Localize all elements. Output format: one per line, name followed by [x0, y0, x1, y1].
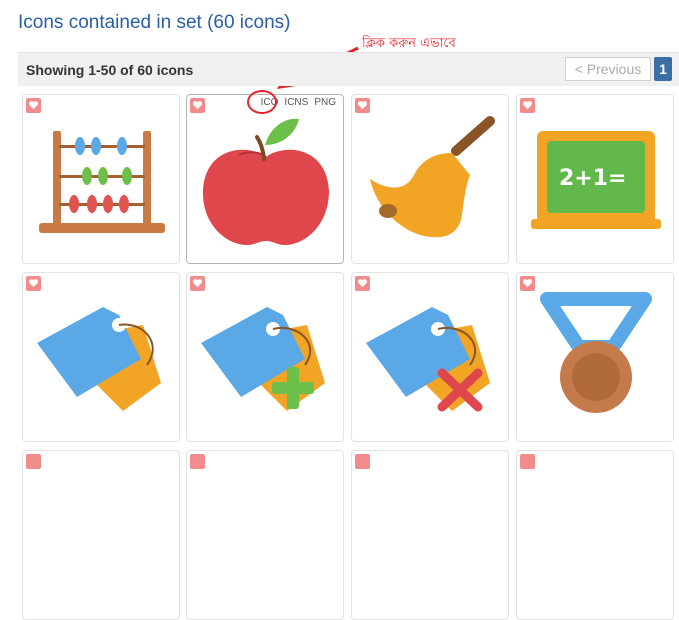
icon-card-row3-3[interactable]	[351, 450, 509, 620]
icon-card-row3-4[interactable]	[516, 450, 674, 620]
previous-button[interactable]: < Previous	[565, 57, 651, 81]
page-1-button[interactable]: 1	[654, 57, 672, 81]
medal-icon	[540, 292, 652, 413]
icon-card-abacus[interactable]	[22, 94, 180, 264]
favorite-icon[interactable]	[520, 454, 535, 469]
chalkboard-icon: 2+1=	[531, 131, 661, 229]
apple-icon	[202, 118, 329, 245]
tags-remove-icon	[366, 307, 490, 412]
abacus-icon	[39, 131, 165, 233]
bell-icon	[370, 116, 495, 238]
favorite-icon[interactable]	[26, 454, 41, 469]
icon-card-tags-add[interactable]	[186, 272, 344, 442]
results-count: Showing 1-50 of 60 icons	[26, 62, 194, 78]
icon-card-bell[interactable]	[351, 94, 509, 264]
icon-card-tags-remove[interactable]	[351, 272, 509, 442]
icon-card-row3-1[interactable]	[22, 450, 180, 620]
page-title: Icons contained in set (60 icons)	[18, 12, 291, 33]
icon-card-row3-2[interactable]	[186, 450, 344, 620]
icon-card-tags[interactable]	[22, 272, 180, 442]
chalkboard-text: 2+1=	[559, 166, 626, 191]
favorite-icon[interactable]	[190, 454, 205, 469]
tags-add-icon	[201, 307, 325, 411]
icon-card-apple[interactable]: ICO ICNS PNG	[186, 94, 344, 264]
results-toolbar: Showing 1-50 of 60 icons < Previous 1	[18, 52, 679, 86]
icon-card-chalkboard[interactable]: 2+1=	[516, 94, 674, 264]
favorite-icon[interactable]	[355, 454, 370, 469]
icon-card-medal[interactable]	[516, 272, 674, 442]
tags-icon	[37, 307, 161, 411]
annotation-circle	[247, 90, 277, 114]
